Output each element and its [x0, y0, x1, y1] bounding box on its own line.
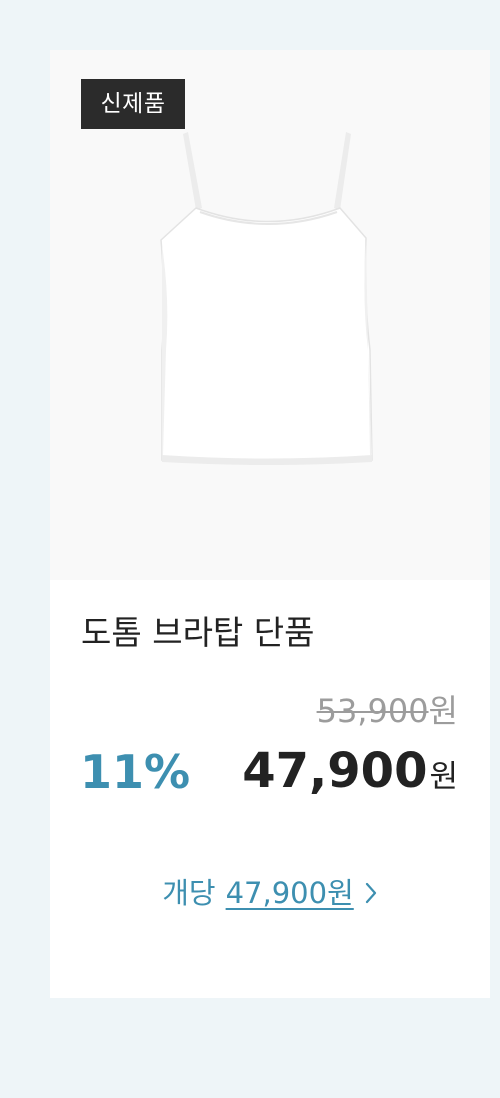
original-price-value: 53,900 [316, 692, 429, 730]
sale-price-value: 47,900 [242, 743, 428, 799]
product-image-area[interactable]: 신제품 [50, 50, 490, 580]
product-card[interactable]: 신제품 도톰 브라탑 단품 53,900원 11% 47,900원 개당 47,9… [50, 50, 490, 998]
sale-price-currency: 원 [429, 759, 458, 795]
new-product-badge: 신제품 [81, 79, 185, 129]
discount-rate: 11% [80, 745, 191, 799]
product-title[interactable]: 도톰 브라탑 단품 [81, 608, 315, 658]
sale-price: 47,900원 [242, 740, 458, 808]
unit-price-link[interactable]: 개당 47,900원 [50, 868, 490, 920]
chevron-right-icon[interactable] [364, 870, 378, 920]
unit-price-value[interactable]: 47,900원 [226, 876, 354, 910]
original-price: 53,900원 [317, 687, 458, 735]
unit-price-label: 개당 [162, 876, 216, 910]
camisole-product-image [160, 132, 373, 465]
original-price-currency: 원 [428, 692, 458, 730]
